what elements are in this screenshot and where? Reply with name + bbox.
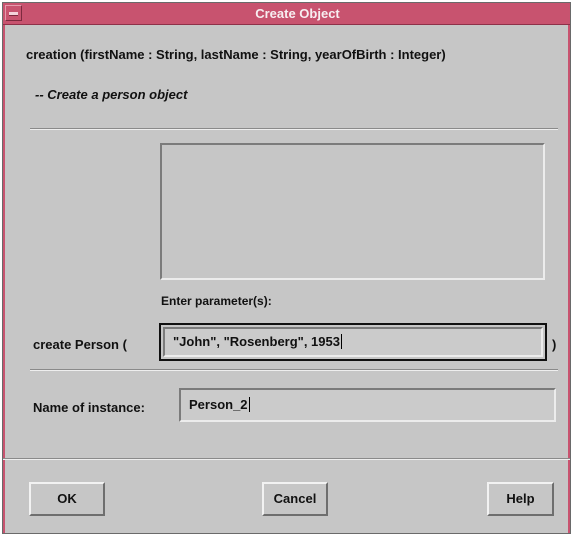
parameters-value: "John", "Rosenberg", 1953 [173, 334, 340, 349]
separator-middle [30, 369, 558, 371]
ok-button[interactable]: OK [29, 482, 105, 516]
instance-name-label: Name of instance: [33, 400, 145, 415]
parameters-input-box[interactable]: "John", "Rosenberg", 1953 [163, 327, 543, 357]
window-menu-icon [9, 12, 18, 16]
instance-name-value: Person_2 [189, 397, 248, 412]
window-border-right [568, 25, 570, 533]
enter-parameters-label: Enter parameter(s): [161, 294, 272, 308]
separator-bottom [3, 458, 570, 460]
text-caret [248, 397, 250, 412]
instance-name-input[interactable]: Person_2 [179, 388, 556, 422]
text-caret [340, 334, 342, 349]
help-button[interactable]: Help [487, 482, 554, 516]
operation-signature: creation (firstName : String, lastName :… [26, 47, 446, 62]
window-menu-button[interactable] [5, 5, 22, 21]
separator-top [30, 128, 558, 130]
create-person-label: create Person ( [33, 337, 127, 352]
cancel-button[interactable]: Cancel [262, 482, 328, 516]
create-object-dialog: Create Object creation (firstName : Stri… [2, 2, 571, 534]
parameter-list[interactable] [160, 143, 545, 280]
window-title: Create Object [255, 6, 340, 21]
operation-comment: -- Create a person object [35, 87, 188, 102]
close-paren-label: ) [552, 337, 557, 352]
window-border-left [3, 25, 5, 533]
parameters-input[interactable]: "John", "Rosenberg", 1953 [159, 323, 547, 361]
title-bar[interactable]: Create Object [3, 3, 570, 25]
